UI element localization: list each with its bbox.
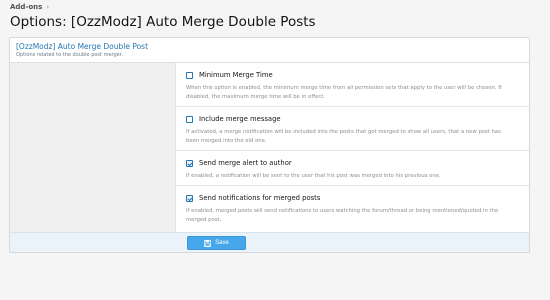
breadcrumb: Add-ons › (10, 3, 49, 11)
checkbox-send-merge-alert[interactable] (186, 159, 193, 167)
option-send-merge-alert: Send merge alert to author If enabled, a… (186, 158, 519, 181)
option-row[interactable]: Send notifications for merged posts (186, 193, 519, 203)
option-row[interactable]: Minimum Merge Time (186, 70, 519, 80)
chevron-right-icon: › (46, 3, 50, 11)
option-hint: When this option is enabled, the minimum… (186, 85, 502, 100)
page-title: Options: [OzzModz] Auto Merge Double Pos… (10, 14, 316, 30)
option-divider (176, 106, 529, 107)
option-row[interactable]: Send merge alert to author (186, 158, 519, 168)
option-divider (176, 185, 529, 186)
block-body: Minimum Merge Time When this option is e… (10, 63, 529, 233)
options-block: [OzzModz] Auto Merge Double Post Options… (9, 37, 530, 253)
save-button[interactable]: Save (187, 236, 246, 250)
form-submit-row: Save (10, 232, 529, 252)
checkbox-send-notifications[interactable] (186, 194, 193, 202)
block-title: [OzzModz] Auto Merge Double Post (16, 42, 149, 51)
checkbox-include-merge-message[interactable] (186, 115, 193, 123)
option-label[interactable]: Send merge alert to author (199, 159, 292, 167)
option-divider (176, 150, 529, 151)
form-label-column (10, 63, 176, 233)
block-description: Options related to the double post merge… (16, 52, 123, 58)
checkbox-minimum-merge-time[interactable] (186, 71, 193, 79)
block-header: [OzzModz] Auto Merge Double Post Options… (10, 38, 529, 63)
option-hint: If activated, a merge notification will … (186, 129, 501, 144)
option-hint: If enabled, merged posts will send notif… (186, 208, 499, 223)
options-list: Minimum Merge Time When this option is e… (176, 63, 529, 233)
breadcrumb-item-add-ons[interactable]: Add-ons (10, 3, 42, 11)
save-icon (204, 239, 212, 247)
option-label[interactable]: Include merge message (199, 115, 281, 123)
option-label[interactable]: Minimum Merge Time (199, 71, 273, 79)
option-minimum-merge-time: Minimum Merge Time When this option is e… (186, 70, 519, 102)
option-label[interactable]: Send notifications for merged posts (199, 194, 320, 202)
option-include-merge-message: Include merge message If activated, a me… (186, 114, 519, 146)
option-row[interactable]: Include merge message (186, 114, 519, 124)
option-hint: If enabled, a notification will be sent … (186, 173, 441, 179)
option-send-notifications: Send notifications for merged posts If e… (186, 193, 519, 225)
save-button-label: Save (215, 240, 229, 246)
